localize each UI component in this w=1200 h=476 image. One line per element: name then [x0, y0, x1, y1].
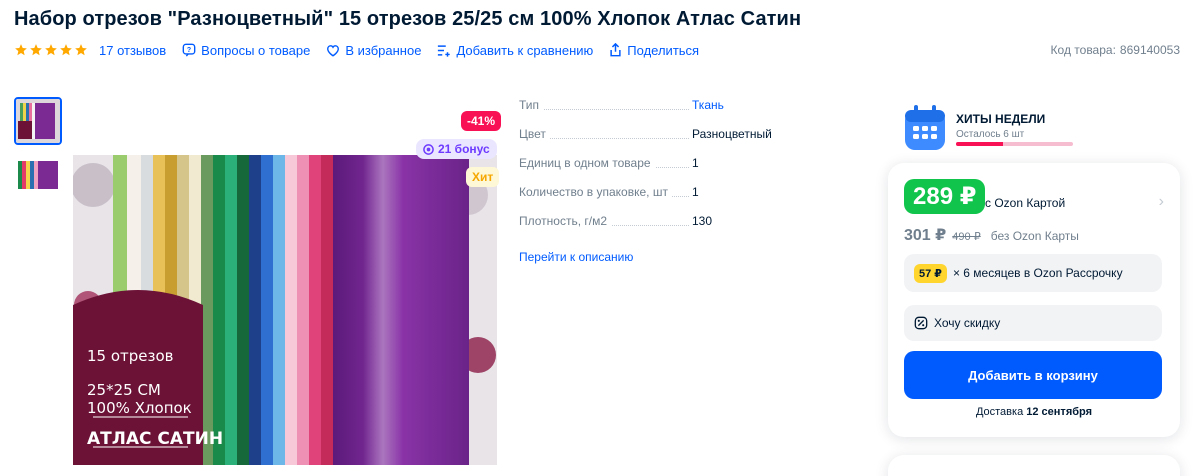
product-title: Набор отрезов "Разноцветный" 15 отрезов …	[14, 8, 802, 30]
hit-badge: Хит	[466, 167, 500, 187]
overlay-text: 15 отрезов 25*25 СМ 100% Хлопок АТЛАС СА…	[87, 347, 223, 449]
questions-label: Вопросы о товаре	[201, 42, 311, 58]
old-price: 490 ₽	[952, 231, 981, 243]
hits-title: ХИТЫ НЕДЕЛИ	[956, 112, 1046, 126]
no-card-label: без Ozon Карты	[990, 229, 1079, 243]
spec-value: 1	[692, 185, 699, 199]
overlay-line-2: 25*25 СМ	[87, 381, 161, 399]
product-meta-bar: 17 отзывов ? Вопросы о товаре В избранно…	[14, 40, 699, 60]
bonus-coin-icon	[423, 143, 434, 155]
next-card-partial	[888, 455, 1180, 476]
delivery-info: Доставка 12 сентября	[888, 406, 1180, 418]
regular-price-row: 301 ₽ 490 ₽ без Ozon Карты	[904, 225, 1079, 245]
spec-value: Разноцветный	[692, 127, 772, 141]
calendar-icon	[905, 105, 945, 150]
hits-progress-bar	[956, 142, 1073, 146]
spec-row: Плотность, г/м2 130	[519, 214, 819, 243]
spec-key: Количество в упаковке, шт	[519, 185, 672, 199]
ozon-card-label: с Ozon Картой	[985, 196, 1066, 210]
thumbnail-list	[14, 97, 62, 213]
star-icon	[60, 44, 72, 56]
questions-link[interactable]: ? Вопросы о товаре	[182, 43, 310, 58]
spec-value: 130	[692, 214, 713, 228]
rating-stars	[14, 43, 88, 57]
compare-link[interactable]: Добавить к сравнению	[437, 43, 593, 58]
question-bubble-icon: ?	[182, 43, 196, 57]
spec-value: 1	[692, 156, 699, 170]
bonus-label: 21 бонус	[438, 142, 490, 156]
regular-price: 301 ₽	[904, 227, 947, 244]
spec-key: Тип	[519, 98, 544, 112]
delivery-prefix: Доставка	[975, 406, 1024, 418]
star-icon	[75, 44, 87, 56]
specs-list: Тип Ткань Цвет Разноцветный Единиц в одн…	[519, 98, 819, 243]
ozon-card-price[interactable]: 289 ₽	[904, 179, 986, 214]
want-discount-label: Хочу скидку	[934, 316, 1001, 330]
thumbnail-image	[16, 99, 60, 143]
reviews-count: 17 отзывов	[99, 42, 167, 58]
thumbnail-image	[14, 155, 62, 203]
installment-button[interactable]: 57 ₽ × 6 месяцев в Ozon Рассрочку	[904, 254, 1162, 292]
star-icon	[15, 44, 27, 56]
spec-dots	[519, 109, 689, 110]
star-icon	[45, 44, 57, 56]
compare-icon	[438, 44, 451, 57]
share-icon	[610, 43, 621, 57]
favorite-label: В избранное	[345, 42, 422, 58]
thumbnail-1[interactable]	[14, 97, 62, 145]
price-card: 289 ₽ с Ozon Картой › 301 ₽ 490 ₽ без Oz…	[888, 163, 1180, 437]
discount-badge: -41%	[461, 111, 502, 131]
discount-tag-icon	[914, 316, 928, 330]
bonus-badge[interactable]: 21 бонус	[416, 139, 497, 159]
spec-row: Цвет Разноцветный	[519, 127, 819, 156]
spec-row: Количество в упаковке, шт 1	[519, 185, 819, 214]
compare-label: Добавить к сравнению	[456, 42, 594, 58]
spec-row: Единиц в одном товаре 1	[519, 156, 819, 185]
product-code-label: Код товара:	[1050, 43, 1116, 57]
main-product-photo[interactable]: 15 отрезов 25*25 СМ 100% Хлопок АТЛАС СА…	[73, 155, 497, 465]
heart-icon	[327, 44, 340, 57]
spec-key: Плотность, г/м2	[519, 214, 612, 228]
weekly-hits-block[interactable]: ХИТЫ НЕДЕЛИ Осталось 6 шт	[903, 104, 1083, 154]
thumbnail-2[interactable]	[14, 155, 62, 203]
installment-text: × 6 месяцев в Ozon Рассрочку	[952, 266, 1123, 280]
share-link[interactable]: Поделиться	[609, 43, 699, 58]
installment-amount-badge: 57 ₽	[914, 263, 947, 283]
spec-key: Цвет	[519, 127, 550, 141]
share-label: Поделиться	[627, 42, 700, 58]
overlay-line-1: 15 отрезов	[87, 347, 174, 365]
star-icon	[30, 44, 42, 56]
overlay-line-4: АТЛАС САТИН	[87, 429, 224, 449]
delivery-date: 12 сентября	[1026, 406, 1093, 418]
goto-description-link[interactable]: Перейти к описанию	[519, 250, 633, 264]
rating-reviews-link[interactable]: 17 отзывов	[14, 43, 166, 58]
svg-text:?: ?	[187, 47, 191, 54]
want-discount-button[interactable]: Хочу скидку	[904, 305, 1162, 341]
hits-progress-fill	[956, 142, 1003, 146]
overlay-line-3: 100% Хлопок	[87, 399, 192, 417]
product-code: Код товара: 869140053	[1051, 43, 1180, 57]
favorite-link[interactable]: В избранное	[326, 43, 421, 58]
hits-remaining: Осталось 6 шт	[956, 129, 1025, 140]
add-to-cart-button[interactable]: Добавить в корзину	[904, 351, 1162, 399]
spec-row: Тип Ткань	[519, 98, 819, 127]
spec-key: Единиц в одном товаре	[519, 156, 655, 170]
spec-value-link[interactable]: Ткань	[692, 98, 724, 112]
product-code-value: 869140053	[1119, 43, 1180, 57]
chevron-right-icon[interactable]: ›	[1159, 193, 1164, 211]
